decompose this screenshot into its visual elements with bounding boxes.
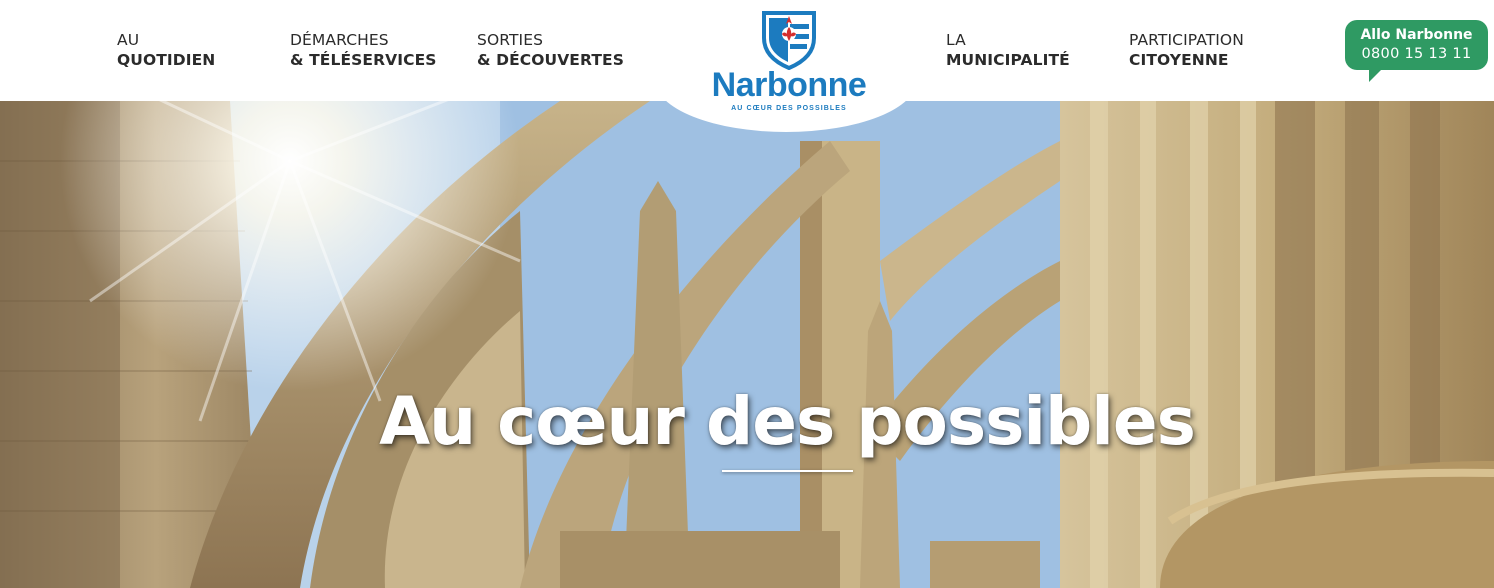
nav-la-municipalite[interactable]: LA MUNICIPALITÉ xyxy=(946,30,1070,70)
nav-label-line2: CITOYENNE xyxy=(1129,51,1229,69)
nav-label-line2: & DÉCOUVERTES xyxy=(477,51,624,69)
nav-label-line1: PARTICIPATION xyxy=(1129,31,1244,49)
allo-title: Allo Narbonne xyxy=(1360,27,1473,43)
nav-demarches-teleservices[interactable]: DÉMARCHES & TÉLÉSERVICES xyxy=(290,30,437,70)
shield-icon xyxy=(761,10,817,74)
nav-label-line2: & TÉLÉSERVICES xyxy=(290,51,437,69)
nav-label-line1: DÉMARCHES xyxy=(290,31,389,49)
nav-participation-citoyenne[interactable]: PARTICIPATION CITOYENNE xyxy=(1129,30,1244,70)
hero-divider xyxy=(722,470,853,472)
narbonne-logo[interactable]: Narbonne AU CŒUR DES POSSIBLES xyxy=(700,8,880,118)
logo-wordmark: Narbonne xyxy=(711,66,867,104)
nav-label-line2: MUNICIPALITÉ xyxy=(946,51,1070,69)
hero-banner: Au cœur des possibles xyxy=(0,101,1494,588)
nav-label-line1: LA xyxy=(946,31,966,49)
nav-label-line1: AU xyxy=(117,31,140,49)
nav-label-line1: SORTIES xyxy=(477,31,544,49)
nav-label-line2: QUOTIDIEN xyxy=(117,51,216,69)
hero-title: Au cœur des possibles xyxy=(379,383,1196,460)
logo-tagline: AU CŒUR DES POSSIBLES xyxy=(731,105,847,112)
allo-phone: 0800 15 13 11 xyxy=(1361,46,1472,62)
nav-au-quotidien[interactable]: AU QUOTIDIEN xyxy=(117,30,215,70)
cathedral-photo xyxy=(0,101,1494,588)
allo-narbonne-button[interactable]: Allo Narbonne 0800 15 13 11 xyxy=(1345,20,1488,82)
nav-sorties-decouvertes[interactable]: SORTIES & DÉCOUVERTES xyxy=(477,30,624,70)
